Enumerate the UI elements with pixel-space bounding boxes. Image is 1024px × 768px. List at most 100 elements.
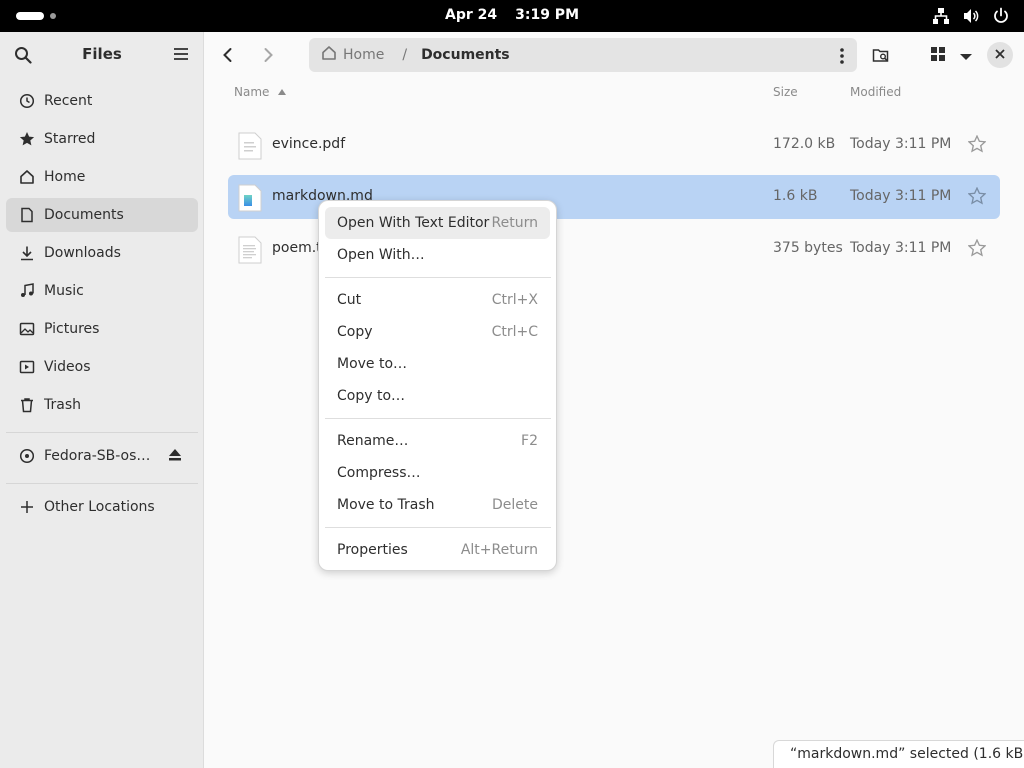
search-folder-icon[interactable] bbox=[872, 46, 890, 68]
plus-icon bbox=[18, 498, 36, 516]
menu-separator bbox=[325, 277, 551, 278]
menu-separator bbox=[325, 418, 551, 419]
sidebar-item-starred[interactable]: Starred bbox=[6, 122, 198, 156]
file-size: 1.6 kB bbox=[773, 188, 818, 204]
trash-icon bbox=[18, 396, 36, 414]
menu-item-open-with[interactable]: Open With… bbox=[325, 239, 550, 271]
file-modified: Today 3:11 PM bbox=[850, 136, 952, 152]
menu-item-label: Cut bbox=[337, 292, 362, 308]
context-menu: Open With Text Editor Return Open With… … bbox=[318, 200, 557, 571]
menu-item-rename[interactable]: Rename… F2 bbox=[325, 425, 550, 457]
sidebar-item-label: Documents bbox=[44, 207, 124, 223]
sidebar-item-recent[interactable]: Recent bbox=[6, 84, 198, 118]
sidebar-item-other-locations[interactable]: Other Locations bbox=[6, 490, 198, 524]
sidebar: Files Recent Starred Home Documents Down… bbox=[0, 32, 204, 768]
sidebar-item-label: Fedora-SB-os… bbox=[44, 448, 151, 464]
star-icon[interactable] bbox=[967, 238, 987, 261]
forward-arrow-icon[interactable] bbox=[259, 46, 277, 68]
menu-item-shortcut: Delete bbox=[492, 497, 538, 513]
menu-item-label: Open With Text Editor bbox=[337, 215, 490, 231]
menu-item-label: Move to Trash bbox=[337, 497, 435, 513]
path-home-button[interactable]: Home bbox=[321, 45, 384, 65]
file-name: evince.pdf bbox=[272, 136, 346, 152]
network-icon[interactable] bbox=[932, 7, 950, 25]
menu-item-copy[interactable]: Copy Ctrl+C bbox=[325, 316, 550, 348]
sidebar-item-music[interactable]: Music bbox=[6, 274, 198, 308]
star-icon bbox=[18, 130, 36, 148]
path-home-label: Home bbox=[343, 47, 385, 63]
back-arrow-icon[interactable] bbox=[219, 46, 237, 68]
markdown-file-icon bbox=[238, 184, 262, 216]
menu-separator bbox=[325, 527, 551, 528]
sidebar-item-documents[interactable]: Documents bbox=[6, 198, 198, 232]
menu-item-shortcut: Alt+Return bbox=[460, 542, 538, 558]
menu-item-open-text-editor[interactable]: Open With Text Editor Return bbox=[325, 207, 550, 239]
menu-item-copy-to[interactable]: Copy to… bbox=[325, 380, 550, 412]
text-file-icon bbox=[238, 236, 262, 268]
sidebar-item-label: Recent bbox=[44, 93, 93, 109]
system-tray[interactable] bbox=[932, 7, 1010, 25]
hamburger-menu-icon[interactable] bbox=[173, 47, 189, 65]
sidebar-item-videos[interactable]: Videos bbox=[6, 350, 198, 384]
video-icon bbox=[18, 358, 36, 376]
close-button[interactable] bbox=[987, 42, 1013, 68]
sidebar-item-downloads[interactable]: Downloads bbox=[6, 236, 198, 270]
menu-item-compress[interactable]: Compress… bbox=[325, 457, 550, 489]
sidebar-item-label: Other Locations bbox=[44, 499, 155, 515]
power-icon[interactable] bbox=[992, 7, 1010, 25]
menu-item-label: Properties bbox=[337, 542, 408, 558]
path-bar: Home / Documents bbox=[309, 38, 857, 72]
close-icon bbox=[995, 47, 1005, 63]
music-icon bbox=[18, 282, 36, 300]
pdf-file-icon bbox=[238, 132, 262, 164]
column-header-modified[interactable]: Modified bbox=[850, 85, 901, 99]
star-icon[interactable] bbox=[967, 186, 987, 209]
star-icon[interactable] bbox=[967, 134, 987, 157]
document-icon bbox=[18, 206, 36, 224]
sidebar-item-label: Videos bbox=[44, 359, 91, 375]
eject-icon[interactable] bbox=[168, 448, 182, 466]
sidebar-item-label: Music bbox=[44, 283, 84, 299]
sidebar-item-label: Home bbox=[44, 169, 86, 185]
sidebar-header: Files bbox=[0, 32, 203, 78]
path-current-folder[interactable]: Documents bbox=[421, 47, 510, 63]
menu-item-label: Rename… bbox=[337, 433, 409, 449]
sidebar-item-trash[interactable]: Trash bbox=[6, 388, 198, 422]
clock[interactable]: Apr 24 3:19 PM bbox=[0, 7, 1024, 23]
file-name: poem.t bbox=[272, 240, 322, 256]
sidebar-item-device[interactable]: Fedora-SB-os… bbox=[6, 439, 198, 473]
volume-icon[interactable] bbox=[962, 7, 980, 25]
file-size: 172.0 kB bbox=[773, 136, 836, 152]
sidebar-item-pictures[interactable]: Pictures bbox=[6, 312, 198, 346]
menu-item-shortcut: Ctrl+C bbox=[491, 324, 538, 340]
home-icon bbox=[321, 45, 337, 65]
menu-item-shortcut: Ctrl+X bbox=[491, 292, 538, 308]
sort-ascending-icon bbox=[277, 85, 287, 99]
menu-item-label: Open With… bbox=[337, 247, 425, 263]
sidebar-item-label: Trash bbox=[44, 397, 81, 413]
disc-icon bbox=[18, 447, 36, 465]
menu-item-label: Copy to… bbox=[337, 388, 406, 404]
grid-view-icon[interactable] bbox=[930, 46, 946, 66]
menu-item-move-to-trash[interactable]: Move to Trash Delete bbox=[325, 489, 550, 521]
menu-item-cut[interactable]: Cut Ctrl+X bbox=[325, 284, 550, 316]
selection-status: “markdown.md” selected (1.6 kB) bbox=[773, 740, 1024, 768]
file-row[interactable]: evince.pdf 172.0 kB Today 3:11 PM bbox=[228, 123, 1000, 167]
home-icon bbox=[18, 168, 36, 186]
sidebar-item-home[interactable]: Home bbox=[6, 160, 198, 194]
column-header-name[interactable]: Name bbox=[234, 85, 287, 99]
menu-item-label: Move to… bbox=[337, 356, 408, 372]
sidebar-item-label: Starred bbox=[44, 131, 96, 147]
menu-item-shortcut: F2 bbox=[521, 433, 538, 449]
chevron-down-icon[interactable] bbox=[959, 50, 973, 66]
column-header-size[interactable]: Size bbox=[773, 85, 798, 99]
path-separator: / bbox=[402, 47, 408, 63]
top-bar: Apr 24 3:19 PM bbox=[0, 0, 1024, 32]
file-modified: Today 3:11 PM bbox=[850, 240, 952, 256]
picture-icon bbox=[18, 320, 36, 338]
more-options-icon[interactable] bbox=[839, 47, 845, 69]
menu-item-properties[interactable]: Properties Alt+Return bbox=[325, 534, 550, 566]
menu-item-move-to[interactable]: Move to… bbox=[325, 348, 550, 380]
sidebar-item-label: Downloads bbox=[44, 245, 121, 261]
sidebar-divider bbox=[6, 432, 198, 433]
